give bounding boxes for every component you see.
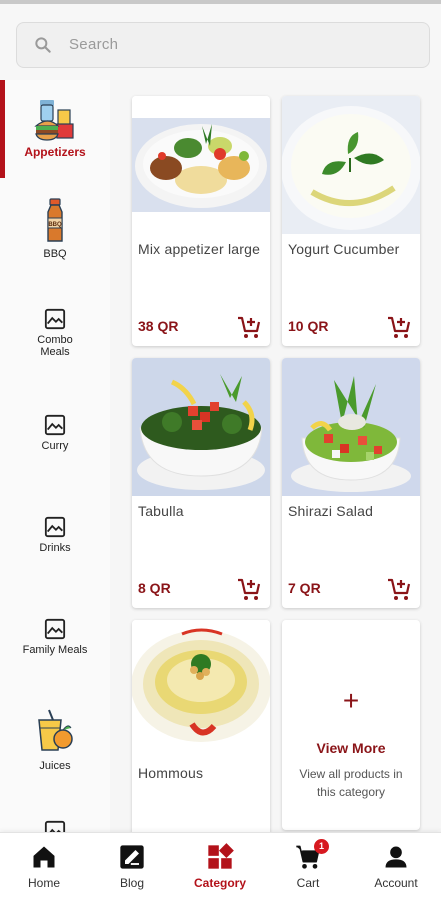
cart-count-badge: 1 (314, 839, 329, 854)
nav-blog[interactable]: Blog (88, 833, 176, 900)
add-to-cart-icon[interactable] (386, 314, 412, 340)
sidebar-item-label: Drinks (39, 542, 71, 554)
category-icon (208, 843, 234, 869)
sidebar-item-label: BBQ (43, 248, 67, 260)
plus-icon: + (342, 685, 360, 716)
product-price: 8 QR (138, 580, 171, 596)
nav-label: Cart (296, 876, 320, 890)
add-to-cart-icon[interactable] (236, 314, 262, 340)
product-price: 7 QR (288, 580, 321, 596)
product-price: 10 QR (288, 318, 329, 334)
sidebar-item-label: Curry (41, 440, 69, 452)
svg-text:BBQ: BBQ (48, 222, 62, 228)
product-name: Tabulla (138, 503, 184, 519)
product-name: Hommous (138, 765, 204, 781)
top-bar: Search (0, 0, 441, 80)
image-placeholder-icon (44, 308, 66, 330)
product-name: Mix appetizer large (138, 241, 261, 257)
appetizers-icon (34, 100, 74, 141)
juice-icon (38, 709, 73, 751)
product-image (132, 358, 270, 496)
sidebar-item-more[interactable] (0, 804, 110, 832)
image-placeholder-icon (44, 820, 66, 832)
nav-cart[interactable]: 1 Cart (264, 833, 352, 900)
nav-account[interactable]: Account (352, 833, 440, 900)
view-more-card[interactable]: + View More View all products in this ca… (282, 620, 420, 830)
sidebar-item-appetizers[interactable]: Appetizers (0, 80, 110, 178)
sidebar-item-combo-meals[interactable]: Combo Meals (0, 278, 110, 380)
account-icon (385, 846, 407, 868)
nav-label: Blog (119, 876, 145, 890)
view-more-description: View all products in this category (299, 767, 403, 799)
nav-home[interactable]: Home (0, 833, 88, 900)
sidebar-item-juices[interactable]: Juices (0, 684, 110, 804)
blog-edit-icon (120, 845, 144, 869)
sidebar-item-curry[interactable]: Curry (0, 380, 110, 480)
product-image (132, 620, 270, 758)
add-to-cart-icon[interactable] (236, 576, 262, 602)
image-placeholder-icon (44, 414, 66, 436)
product-image (132, 96, 270, 234)
home-icon (33, 846, 55, 868)
product-card[interactable]: Mix appetizer large 38 QR (132, 96, 270, 346)
category-sidebar: Appetizers BBQ BBQ Combo Meals Curry Dri… (0, 80, 110, 832)
product-name: Shirazi Salad (288, 503, 374, 519)
product-image (282, 96, 420, 234)
bottom-navigation: Home Blog Category 1 Cart Account (0, 832, 441, 900)
nav-label: Category (193, 876, 246, 890)
product-card[interactable]: Yogurt Cucumber 10 QR (282, 96, 420, 346)
sidebar-item-drinks[interactable]: Drinks (0, 480, 110, 582)
nav-category[interactable]: Category (176, 833, 264, 900)
product-price: 38 QR (138, 318, 179, 334)
image-placeholder-icon (44, 516, 66, 538)
sidebar-item-label: Combo Meals (37, 334, 73, 358)
sidebar-item-family-meals[interactable]: Family Meals (0, 582, 110, 684)
sidebar-item-label: Family Meals (22, 644, 88, 656)
product-grid: Mix appetizer large 38 QR Yogurt Cucumbe… (110, 80, 441, 832)
sidebar-item-label: Juices (39, 760, 71, 772)
search-bar[interactable]: Search (16, 22, 430, 68)
product-name: Yogurt Cucumber (288, 241, 400, 257)
nav-label: Account (374, 876, 418, 890)
view-more-title: View More (316, 740, 386, 756)
add-to-cart-icon[interactable] (386, 576, 412, 602)
product-image (282, 358, 420, 496)
product-card[interactable]: Shirazi Salad 7 QR (282, 358, 420, 608)
search-icon (35, 37, 51, 53)
image-placeholder-icon (44, 618, 66, 640)
product-card[interactable]: Hommous (132, 620, 270, 832)
nav-label: Home (27, 876, 60, 890)
bbq-sauce-icon: BBQ (47, 198, 63, 242)
sidebar-item-label: Appetizers (24, 145, 86, 159)
search-input[interactable]: Search (69, 36, 118, 53)
sidebar-item-bbq[interactable]: BBQ BBQ (0, 178, 110, 278)
product-card[interactable]: Tabulla 8 QR (132, 358, 270, 608)
